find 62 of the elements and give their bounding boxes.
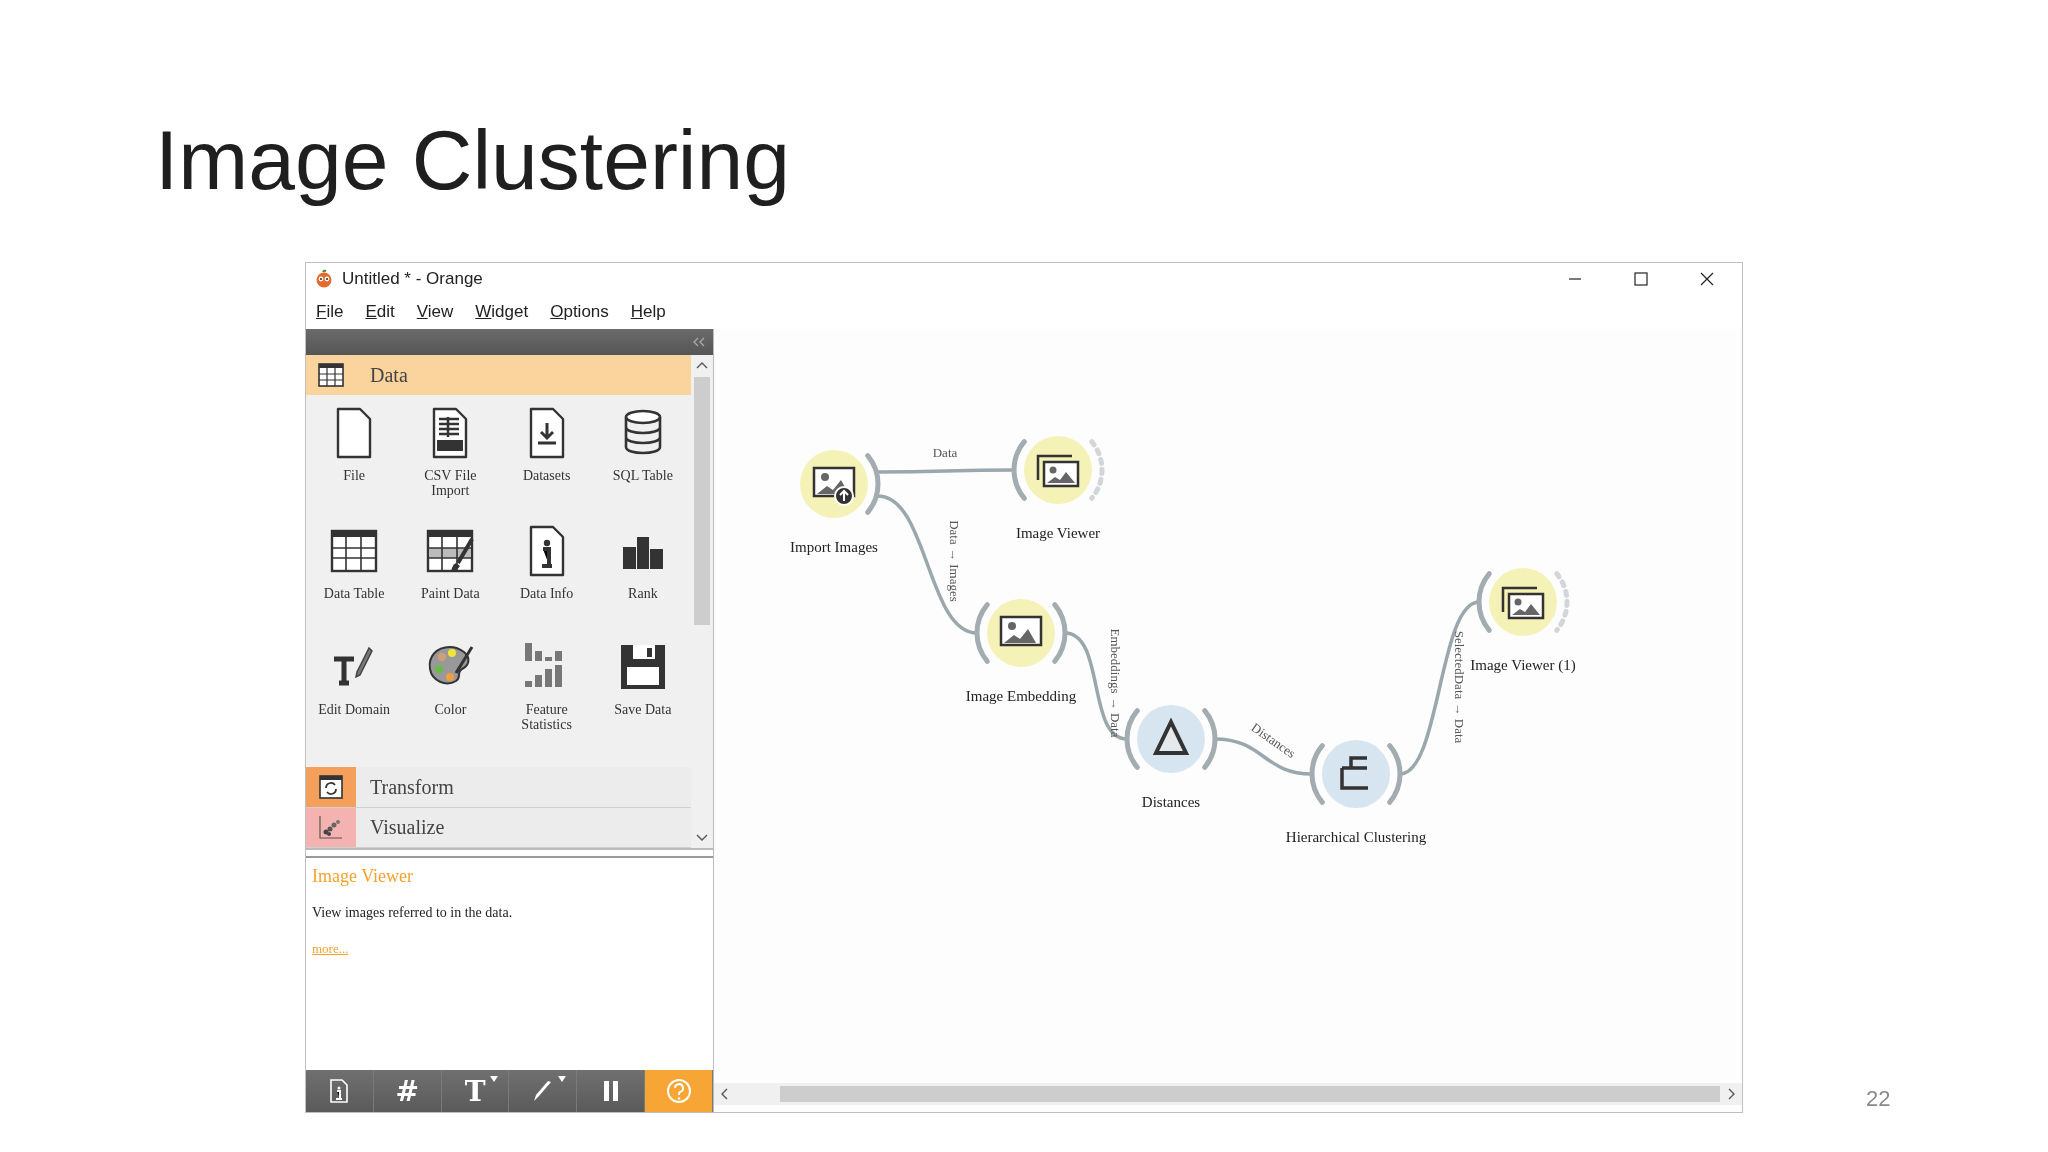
widget-button[interactable]: Paint Data <box>402 519 499 636</box>
scroll-up-icon[interactable] <box>696 361 708 371</box>
menu-item[interactable]: Help <box>630 302 666 322</box>
widget-node[interactable] <box>800 450 881 518</box>
scrollbar-thumb[interactable] <box>694 377 710 625</box>
menu-item[interactable]: Widget <box>475 302 529 322</box>
widget-button[interactable]: Rank <box>594 519 691 636</box>
scrollbar-thumb[interactable] <box>780 1086 1720 1102</box>
info-file-icon <box>329 1079 350 1103</box>
page-number: 22 <box>1866 1086 1891 1112</box>
image-upload-icon <box>812 466 856 506</box>
node-label: Image Viewer (1) <box>1470 657 1576 673</box>
category-header[interactable]: Data <box>306 355 691 396</box>
image-icon <box>999 615 1043 647</box>
category-header[interactable]: Transform <box>306 767 691 808</box>
images-icon <box>1501 586 1545 620</box>
node-label: Distances <box>1141 794 1201 810</box>
scroll-left-icon[interactable] <box>720 1088 730 1100</box>
widget-node[interactable] <box>1309 740 1403 808</box>
widget-button[interactable]: Color <box>402 635 499 768</box>
widget-button[interactable]: Data Info <box>498 519 595 636</box>
collapse-icon[interactable] <box>693 337 705 347</box>
maximize-icon[interactable] <box>1634 272 1648 286</box>
widget-button[interactable]: Datasets <box>498 401 595 520</box>
node-label: Hierarchical Clustering <box>1285 829 1427 845</box>
connection-label: Embeddings → Data <box>1108 628 1123 738</box>
tool-button[interactable]: # <box>373 1070 442 1112</box>
scroll-down-icon[interactable] <box>696 832 708 842</box>
description-text: View images referred to in the data. <box>312 905 514 921</box>
widget-node[interactable] <box>1011 436 1105 504</box>
menu-item[interactable]: Edit <box>365 302 395 322</box>
category-header[interactable]: Visualize <box>306 807 691 848</box>
widget-node[interactable] <box>974 599 1068 667</box>
widget-button[interactable]: File <box>306 401 403 520</box>
help-icon <box>665 1078 692 1104</box>
dendrogram-icon <box>1340 756 1370 790</box>
window-title: Untitled * - Orange <box>342 269 483 289</box>
widget-button[interactable]: CSV File Import <box>402 401 499 520</box>
scroll-right-icon[interactable] <box>1726 1088 1736 1100</box>
close-icon[interactable] <box>1700 272 1714 286</box>
widget-node[interactable] <box>1476 568 1570 636</box>
menu-item[interactable]: View <box>416 302 454 322</box>
node-label: Image Embedding <box>965 688 1077 704</box>
node-label: Image Viewer <box>1015 525 1101 541</box>
connection-label: Data <box>932 445 958 460</box>
triangle-icon <box>1152 717 1190 755</box>
fruit-logo-icon <box>314 269 334 289</box>
widget-node[interactable] <box>1124 705 1218 773</box>
widget-button[interactable]: Feature Statistics <box>498 635 595 768</box>
menu-item[interactable]: Options <box>550 302 609 322</box>
tool-button[interactable]: T <box>441 1070 510 1112</box>
images-icon <box>1036 454 1080 488</box>
menu-item[interactable]: File <box>316 302 344 322</box>
widget-button[interactable]: SQL Table <box>594 401 691 520</box>
widget-button[interactable]: Save Data <box>594 635 691 768</box>
widget-button[interactable]: Edit Domain <box>306 635 403 768</box>
connection-label: Data → Images <box>947 520 962 602</box>
scrollbar[interactable] <box>714 1083 1742 1105</box>
description-title: Image Viewer <box>312 866 415 887</box>
widget-button[interactable]: Data Table <box>306 519 403 636</box>
connection-label: SelectedData → Data <box>1452 630 1467 744</box>
node-label: Import Images <box>790 539 878 555</box>
